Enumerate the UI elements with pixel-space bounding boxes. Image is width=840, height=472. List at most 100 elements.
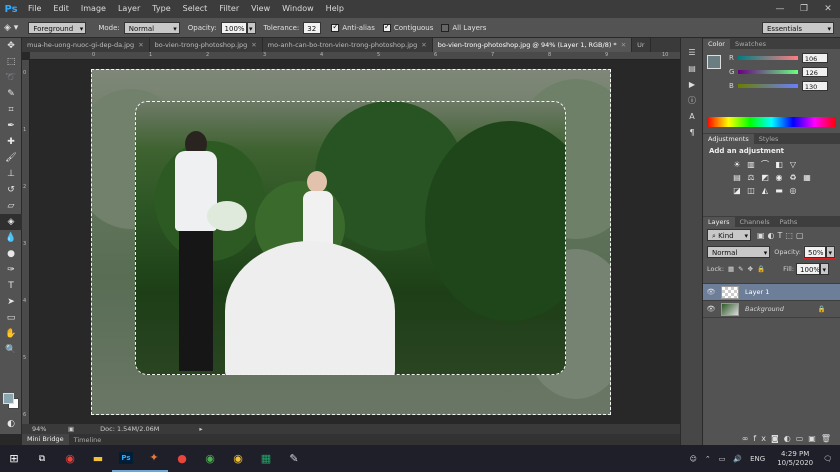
menu-file[interactable]: File — [22, 0, 47, 18]
layer-name[interactable]: Background — [745, 305, 784, 313]
color-balance-icon[interactable]: ⚖ — [745, 172, 757, 182]
threshold-icon[interactable]: ◭ — [759, 185, 771, 195]
layer-style-icon[interactable]: fx — [753, 434, 771, 443]
tab-document-2[interactable]: bo-vien-trong-photoshop.jpg ✕ — [150, 38, 263, 52]
tab-paths[interactable]: Paths — [775, 217, 803, 227]
hue-saturation-icon[interactable]: ▤ — [731, 172, 743, 182]
volume-icon[interactable]: 🔊 — [733, 455, 742, 463]
paragraph-panel-icon[interactable]: ¶ — [681, 124, 703, 140]
contiguous-checkbox[interactable] — [382, 22, 391, 32]
menu-edit[interactable]: Edit — [47, 0, 75, 18]
layer-kind-dropdown[interactable]: ⌕ Kind — [707, 229, 751, 242]
workspace-dropdown[interactable]: Essentials — [762, 22, 834, 35]
move-tool-icon[interactable]: ✥ — [0, 38, 22, 54]
windows-start-icon[interactable]: ⊞ — [0, 445, 28, 472]
menu-select[interactable]: Select — [177, 0, 214, 18]
eyedropper-tool-icon[interactable]: ✒ — [0, 118, 22, 134]
tolerance-input[interactable]: 32 — [303, 21, 322, 34]
tab-timeline[interactable]: Timeline — [69, 436, 107, 444]
vibrance-icon[interactable]: ▽ — [787, 159, 799, 169]
messaging-app-icon[interactable]: ✦ — [140, 445, 168, 472]
layer-fill-input[interactable]: 100% — [796, 263, 820, 275]
history-panel-icon[interactable]: ☰ — [681, 44, 703, 60]
delete-layer-icon[interactable]: 🗑 — [821, 434, 836, 443]
character-panel-icon[interactable]: A — [681, 108, 703, 124]
brush-tool-icon[interactable]: 🖌 — [0, 150, 22, 166]
chrome-icon[interactable]: ◉ — [56, 445, 84, 472]
tab-channels[interactable]: Channels — [735, 217, 775, 227]
blend-mode-dropdown[interactable]: Normal — [707, 246, 771, 259]
task-view-icon[interactable]: ⧉ — [28, 445, 56, 472]
menu-image[interactable]: Image — [75, 0, 112, 18]
fill-source-dropdown[interactable]: Foreground — [28, 21, 87, 35]
dodge-tool-icon[interactable]: ● — [0, 246, 22, 262]
status-arrow-icon[interactable]: ▸ — [199, 425, 202, 433]
layer-row-background[interactable]: 👁 Background 🔒 — [703, 301, 840, 318]
quick-mask-icon[interactable]: ◐ — [0, 416, 22, 432]
marquee-tool-icon[interactable]: ⬚ — [0, 54, 22, 70]
invert-icon[interactable]: ◪ — [731, 185, 743, 195]
curves-icon[interactable]: ⌒ — [759, 159, 771, 169]
opacity-input[interactable]: 100% — [220, 21, 247, 34]
close-icon[interactable]: ✕ — [421, 41, 426, 49]
green-value[interactable]: 126 — [802, 67, 829, 77]
tab-document-3[interactable]: mo-anh-can-bo-tron-vien-trong-photoshop.… — [263, 38, 433, 52]
foreground-color-preview[interactable] — [707, 55, 721, 69]
people-icon[interactable]: ☺ — [690, 455, 697, 463]
info-panel-icon[interactable]: ⓘ — [681, 92, 703, 108]
selective-color-icon[interactable]: ◎ — [787, 185, 799, 195]
tab-layers[interactable]: Layers — [703, 217, 735, 227]
layer-opacity-input[interactable]: 50% — [804, 246, 826, 258]
clone-stamp-tool-icon[interactable]: ⊥ — [0, 166, 22, 182]
levels-icon[interactable]: ▥ — [745, 159, 757, 169]
blue-value[interactable]: 130 — [801, 81, 828, 91]
lasso-tool-icon[interactable]: ➰ — [0, 70, 22, 86]
notifications-icon[interactable]: 🗨 — [823, 455, 832, 463]
close-icon[interactable]: ✕ — [138, 41, 143, 49]
menu-type[interactable]: Type — [146, 0, 176, 18]
tab-swatches[interactable]: Swatches — [730, 39, 771, 49]
anti-alias-checkbox[interactable] — [331, 22, 340, 32]
menu-view[interactable]: View — [245, 0, 276, 18]
tab-mini-bridge[interactable]: Mini Bridge — [22, 434, 69, 445]
layer-name[interactable]: Layer 1 — [745, 288, 769, 296]
tab-document-active[interactable]: bo-vien-trong-photoshop.jpg @ 94% (Layer… — [432, 38, 633, 52]
color-lookup-icon[interactable]: ▦ — [801, 172, 813, 182]
eye-icon[interactable]: 👁 — [703, 288, 719, 296]
type-tool-icon[interactable]: T — [0, 278, 22, 294]
eraser-tool-icon[interactable]: ▱ — [0, 198, 22, 214]
red-slider[interactable] — [737, 56, 798, 60]
black-white-icon[interactable]: ◩ — [759, 172, 771, 182]
red-value[interactable]: 106 — [801, 53, 828, 63]
new-group-icon[interactable]: ▭ — [796, 434, 809, 443]
layer-fill-arrow[interactable] — [820, 263, 830, 276]
history-brush-tool-icon[interactable]: ↺ — [0, 182, 22, 198]
healing-brush-tool-icon[interactable]: ✚ — [0, 134, 22, 150]
chrome-profile-2-icon[interactable]: ◉ — [224, 445, 252, 472]
mode-dropdown[interactable]: Normal — [123, 21, 180, 35]
excel-icon[interactable]: ▦ — [252, 445, 280, 472]
zoom-tool-icon[interactable]: 🔍 — [0, 342, 22, 358]
crop-tool-icon[interactable]: ⌗ — [0, 102, 22, 118]
new-layer-icon[interactable]: ▣ — [808, 434, 821, 443]
chrome-profile-1-icon[interactable]: ◉ — [196, 445, 224, 472]
all-layers-checkbox[interactable] — [441, 23, 450, 32]
quick-select-tool-icon[interactable]: ✎ — [0, 86, 22, 102]
layer-row-layer-1[interactable]: 👁 Layer 1 — [703, 284, 840, 301]
system-clock[interactable]: 4:29 PM 10/5/2020 — [777, 450, 813, 468]
network-icon[interactable]: ▭ — [719, 455, 726, 463]
hand-tool-icon[interactable]: ✋ — [0, 326, 22, 342]
rectangle-tool-icon[interactable]: ▭ — [0, 310, 22, 326]
minimize-button[interactable]: — — [768, 0, 792, 18]
actions-panel-icon[interactable]: ▶ — [681, 76, 703, 92]
gradient-map-icon[interactable]: ▬ — [773, 185, 785, 195]
layer-opacity-arrow[interactable] — [826, 246, 835, 259]
tab-styles[interactable]: Styles — [754, 134, 784, 144]
file-explorer-icon[interactable]: ▬ — [84, 445, 112, 472]
blue-slider[interactable] — [737, 84, 798, 88]
link-layers-icon[interactable]: ∞ — [742, 434, 754, 443]
language-indicator[interactable]: ENG — [750, 455, 765, 463]
photoshop-taskbar-icon[interactable]: Ps — [112, 445, 140, 472]
brightness-icon[interactable]: ☀ — [731, 159, 743, 169]
lock-icons[interactable]: ▦✎✥🔒 — [728, 265, 769, 273]
